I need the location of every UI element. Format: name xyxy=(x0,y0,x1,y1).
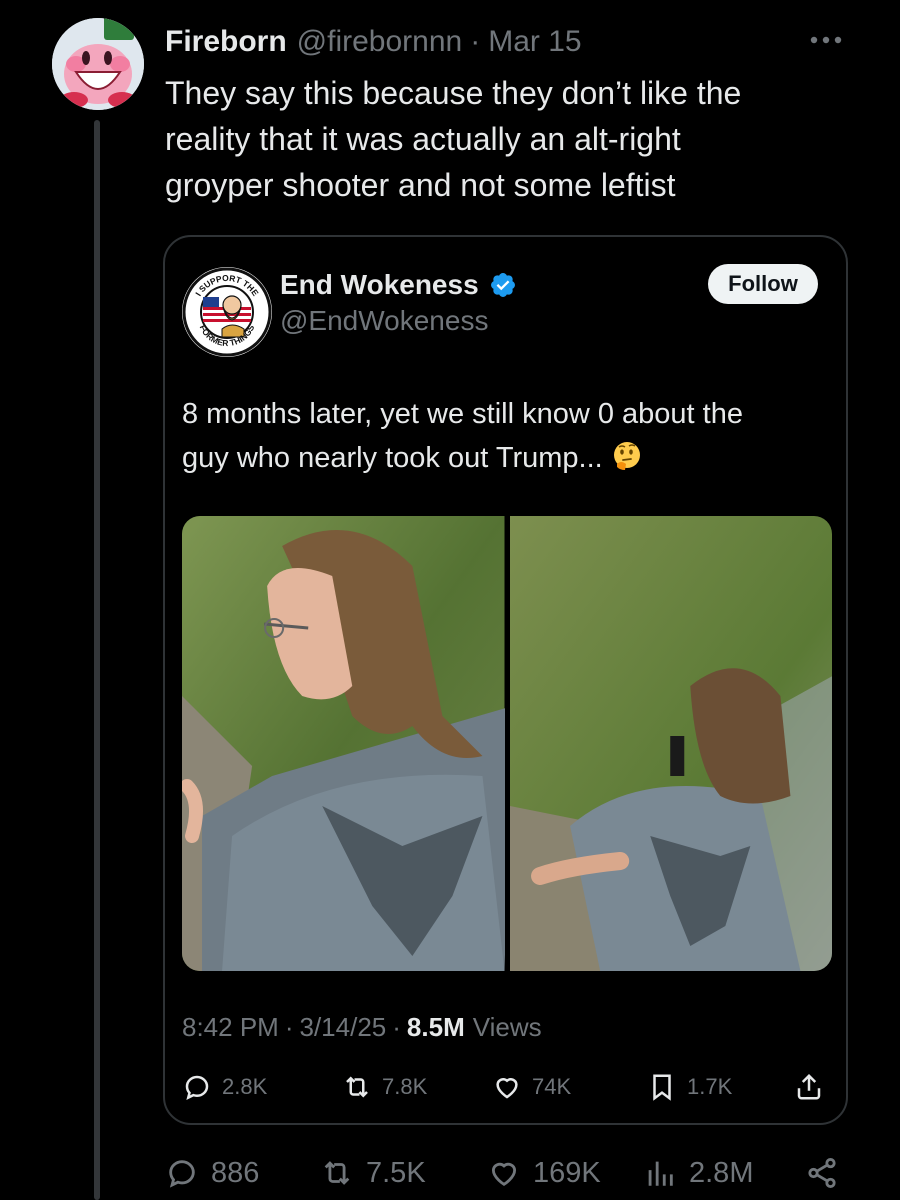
quoted-tweet-card[interactable]: I SUPPORT THE FORMER THINGS End Wokeness… xyxy=(163,235,848,1125)
separator-dot: · xyxy=(284,1012,294,1042)
quoted-tweet-date[interactable]: 3/14/25 xyxy=(300,1012,387,1043)
photo-person-profile-image xyxy=(182,516,505,971)
tweet-header: Fireborn @firebornnn · Mar 15 xyxy=(165,22,582,62)
follow-button[interactable]: Follow xyxy=(708,264,818,304)
media-grid[interactable] xyxy=(182,516,832,971)
quoted-reply-count: 2.8K xyxy=(222,1074,268,1099)
kirby-avatar-image xyxy=(52,18,144,110)
bookmark-icon xyxy=(653,1074,671,1101)
author-handle[interactable]: @firebornnn xyxy=(297,25,463,59)
quoted-like-count: 74K xyxy=(532,1074,572,1099)
separator-dot: · xyxy=(470,25,481,58)
views-button[interactable]: 2.8M xyxy=(643,1150,753,1196)
repost-count: 7.5K xyxy=(366,1156,426,1189)
quoted-bookmark-count: 1.7K xyxy=(687,1074,733,1099)
reply-count: 886 xyxy=(211,1156,260,1189)
reply-button[interactable]: 886 xyxy=(165,1150,259,1196)
quoted-author-avatar[interactable]: I SUPPORT THE FORMER THINGS xyxy=(182,267,272,357)
quoted-repost-count: 7.8K xyxy=(382,1074,428,1099)
reply-icon xyxy=(169,1160,195,1188)
media-photo-right[interactable] xyxy=(509,516,832,971)
repost-icon xyxy=(346,1076,368,1098)
separator-dot: · xyxy=(392,1012,401,1042)
like-icon xyxy=(496,1078,518,1099)
reply-icon xyxy=(185,1075,209,1100)
quoted-reply-button[interactable]: 2.8K xyxy=(182,1067,267,1107)
quoted-text-body: 8 months later, yet we still know 0 abou… xyxy=(182,398,743,474)
media-photo-left[interactable] xyxy=(182,516,505,971)
views-count: 2.8M xyxy=(689,1156,754,1189)
former-things-badge-image: I SUPPORT THE FORMER THINGS xyxy=(182,267,272,357)
quoted-tweet-time[interactable]: 8:42 PM xyxy=(182,1012,279,1043)
quoted-action-bar: 2.8K 7.8K 74K 1.7K xyxy=(182,1067,832,1107)
tweet-action-bar: 886 7.5K 169K 2.8M xyxy=(165,1150,855,1196)
tweet-date[interactable]: Mar 15 xyxy=(488,25,581,59)
quoted-views-count: 8.5M xyxy=(406,1012,465,1042)
tweet-text: They say this because they don’t like th… xyxy=(165,75,742,203)
like-button[interactable]: 169K xyxy=(487,1150,601,1196)
photo-person-back-image xyxy=(509,516,832,971)
like-icon xyxy=(491,1162,517,1186)
quoted-bookmark-button[interactable]: 1.7K xyxy=(647,1067,732,1107)
share-icon xyxy=(797,1073,821,1100)
quoted-share-button[interactable] xyxy=(794,1067,824,1107)
views-icon xyxy=(648,1161,673,1186)
share-icon xyxy=(808,1157,836,1189)
quoted-author-handle[interactable]: @EndWokeness xyxy=(280,305,488,337)
repost-icon xyxy=(324,1161,350,1185)
repost-button[interactable]: 7.5K xyxy=(320,1150,426,1196)
quoted-tweet-text: 8 months later, yet we still know 0 abou… xyxy=(182,392,832,480)
author-name[interactable]: Fireborn xyxy=(165,25,287,59)
quoted-tweet-meta: 8:42 PM · 3/14/25 · 8.5M Views xyxy=(182,1012,542,1043)
quoted-repost-button[interactable]: 7.8K xyxy=(342,1067,427,1107)
quoted-views-label: Views xyxy=(472,1012,542,1042)
quoted-header: End Wokeness xyxy=(280,269,517,301)
quoted-author-name[interactable]: End Wokeness xyxy=(280,269,479,301)
more-icon[interactable] xyxy=(806,30,846,50)
thread-line xyxy=(94,120,100,1200)
share-button[interactable] xyxy=(805,1150,839,1196)
quoted-like-button[interactable]: 74K xyxy=(492,1067,571,1107)
verified-badge-icon xyxy=(490,273,515,297)
thinking-face-emoji-icon xyxy=(613,442,640,470)
author-avatar[interactable] xyxy=(52,18,144,110)
like-count: 169K xyxy=(533,1156,601,1189)
